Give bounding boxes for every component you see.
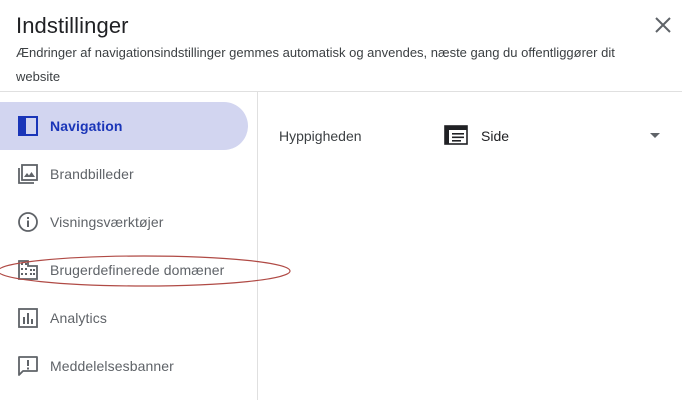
frequency-label: Hyppigheden: [279, 128, 362, 144]
sidebar-item-label: Visningsværktøjer: [50, 214, 164, 230]
settings-panel: Hyppigheden Side: [259, 92, 682, 400]
frequency-select[interactable]: Side: [443, 124, 663, 148]
domain-icon: [18, 260, 38, 280]
navigation-icon: [18, 116, 38, 136]
dialog-title: Indstillinger: [16, 13, 129, 38]
page-layout-icon: [444, 125, 468, 145]
close-icon: [655, 17, 671, 33]
sidebar-item-label: Brugerdefinerede domæner: [50, 262, 225, 278]
dialog-header: Indstillinger Ændringer af navigationsin…: [0, 0, 682, 92]
announcement-icon: [18, 356, 38, 376]
sidebar-item-analytics[interactable]: Analytics: [0, 294, 248, 342]
sidebar-item-label: Meddelelsesbanner: [50, 358, 174, 374]
sidebar-item-custom-domains[interactable]: Brugerdefinerede domæner: [0, 246, 248, 294]
analytics-icon: [18, 308, 38, 328]
frequency-value: Side: [481, 128, 510, 144]
info-icon: [18, 212, 38, 232]
sidebar-item-brandbilleder[interactable]: Brandbilleder: [0, 150, 248, 198]
sidebar-item-visningsvaerktoejer[interactable]: Visningsværktøjer: [0, 198, 248, 246]
sidebar-item-navigation[interactable]: Navigation: [0, 102, 248, 150]
dialog-subtitle: Ændringer af navigationsindstillinger ge…: [16, 45, 615, 84]
chevron-down-icon: [650, 133, 660, 138]
sidebar-item-label: Analytics: [50, 310, 107, 326]
sidebar-item-meddelelsesbanner[interactable]: Meddelelsesbanner: [0, 342, 248, 390]
sidebar-item-label: Navigation: [50, 118, 123, 134]
settings-sidebar: Navigation Brandbilleder Visningsværktøj…: [0, 92, 291, 400]
sidebar-item-label: Brandbilleder: [50, 166, 134, 182]
settings-dialog: Indstillinger Ændringer af navigationsin…: [0, 0, 682, 400]
close-button[interactable]: [650, 12, 676, 38]
image-icon: [18, 164, 38, 184]
